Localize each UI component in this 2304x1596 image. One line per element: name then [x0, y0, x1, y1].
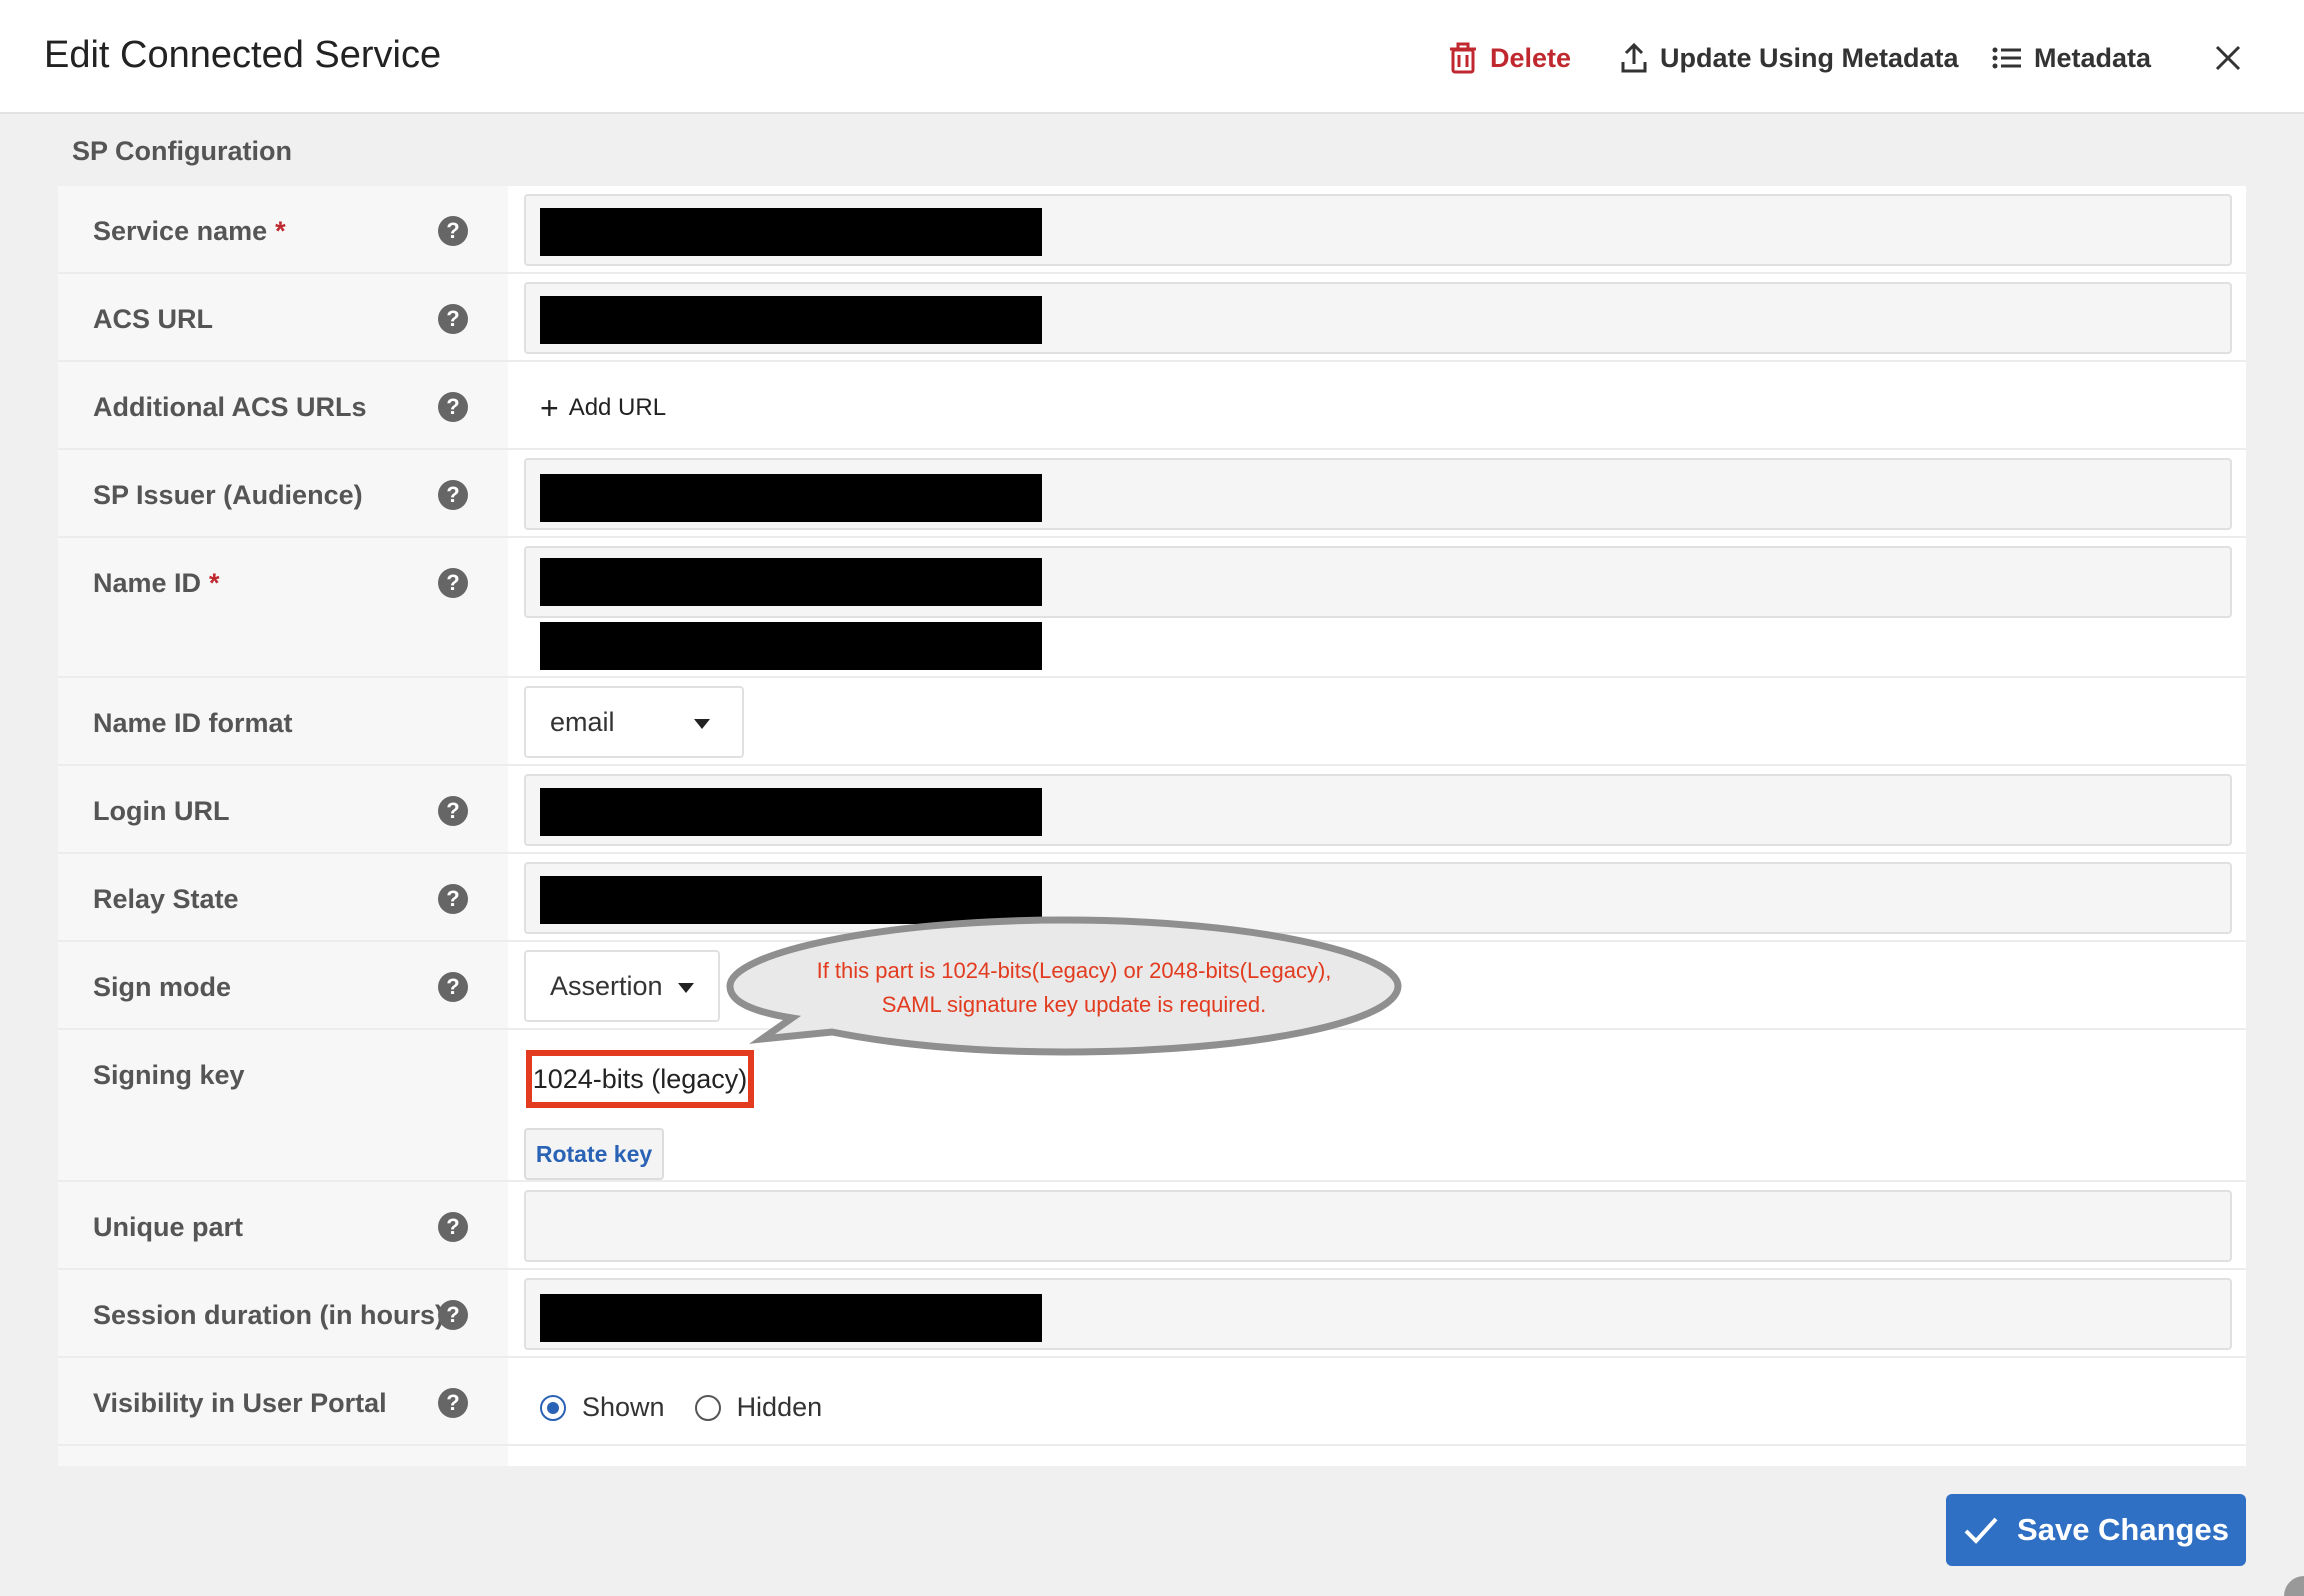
list-icon — [1992, 47, 2021, 69]
help-icon[interactable]: ? — [438, 304, 468, 334]
save-changes-button[interactable]: Save Changes — [1946, 1494, 2246, 1566]
metadata-button[interactable]: Metadata — [1992, 36, 2151, 80]
redacted-value — [540, 208, 1042, 256]
close-button[interactable] — [2214, 36, 2254, 80]
selected-value: Assertion — [550, 970, 663, 1001]
delete-button[interactable]: Delete — [1448, 36, 1571, 80]
radio-shown[interactable] — [540, 1394, 566, 1421]
delete-label: Delete — [1490, 42, 1572, 73]
add-url-button[interactable]: + Add URL — [540, 392, 666, 424]
form-row-partial — [58, 1446, 2246, 1466]
form-row-additional-acs-urls: Additional ACS URLs ? + Add URL — [58, 362, 2246, 450]
form-row-login-url: Login URL ? — [58, 766, 2246, 854]
form-row-name-id-format: Name ID format email — [58, 678, 2246, 766]
required-marker: * — [275, 216, 286, 246]
help-icon[interactable]: ? — [438, 216, 468, 246]
form-row-session-duration: Session duration (in hours) ? — [58, 1270, 2246, 1358]
help-icon[interactable]: ? — [438, 480, 468, 510]
trash-icon — [1450, 42, 1476, 74]
help-icon[interactable]: ? — [438, 1388, 468, 1418]
sign-mode-select[interactable]: Assertion — [524, 950, 720, 1022]
field-label: Name ID format — [93, 708, 293, 738]
field-label: Unique part — [93, 1212, 244, 1242]
unique-part-input[interactable] — [524, 1190, 2232, 1262]
selected-value: email — [550, 706, 615, 737]
callout-line-1: If this part is 1024-bits(Legacy) or 204… — [816, 958, 1332, 983]
help-icon[interactable]: ? — [438, 884, 468, 914]
field-label: Relay State — [93, 884, 239, 914]
rotate-key-button[interactable]: Rotate key — [524, 1128, 664, 1180]
help-icon[interactable]: ? — [438, 1300, 468, 1330]
window-corner — [2284, 1576, 2304, 1596]
form-row-unique-part: Unique part ? — [58, 1182, 2246, 1270]
field-label: Sign mode — [93, 972, 232, 1002]
field-label: Name ID * — [93, 568, 220, 598]
help-icon[interactable]: ? — [438, 1212, 468, 1242]
redacted-value — [540, 788, 1042, 836]
signing-key-value: 1024-bits (legacy) — [526, 1050, 754, 1108]
update-using-metadata-button[interactable]: Update Using Metadata — [1620, 36, 1959, 80]
field-label: Visibility in User Portal — [93, 1388, 387, 1418]
form-row-sp-issuer: SP Issuer (Audience) ? — [58, 450, 2246, 538]
field-label: Service name * — [93, 216, 286, 246]
callout-text: If this part is 1024-bits(Legacy) or 204… — [746, 954, 1402, 1022]
caret-down-icon — [678, 983, 694, 993]
redacted-value — [540, 1294, 1042, 1342]
form-row-visibility: Visibility in User Portal ? — [58, 1358, 2246, 1446]
callout-line-2: SAML signature key update is required. — [881, 992, 1267, 1017]
upload-icon — [1621, 42, 1647, 73]
form-row-name-id: Name ID * ? — [58, 538, 2246, 678]
name-id-format-select[interactable]: email — [524, 686, 744, 758]
radio-shown-label[interactable]: Shown — [582, 1392, 665, 1423]
save-label: Save Changes — [2017, 1512, 2229, 1547]
help-icon[interactable]: ? — [438, 796, 468, 826]
redacted-value — [540, 296, 1042, 344]
form-row-acs-url: ACS URL ? — [58, 274, 2246, 362]
field-label: Session duration (in hours) — [93, 1300, 445, 1330]
section-title: SP Configuration — [72, 136, 292, 166]
help-icon[interactable]: ? — [438, 568, 468, 598]
add-url-label: Add URL — [568, 394, 667, 421]
dialog-title: Edit Connected Service — [44, 34, 442, 76]
redacted-value — [540, 622, 1042, 670]
update-label: Update Using Metadata — [1660, 42, 1959, 73]
metadata-label: Metadata — [2034, 42, 2152, 73]
radio-hidden-label[interactable]: Hidden — [737, 1392, 823, 1423]
help-icon[interactable]: ? — [438, 972, 468, 1002]
redacted-value — [540, 558, 1042, 606]
field-label: Signing key — [93, 1060, 245, 1090]
caret-down-icon — [694, 719, 710, 729]
sp-configuration-form: Service name * ? ACS URL ? Additional ACS… — [58, 186, 2246, 1466]
form-row-service-name: Service name * ? — [58, 186, 2246, 274]
close-icon — [2215, 45, 2241, 71]
dialog-header: Edit Connected Service Delete Update Usi… — [0, 0, 2304, 114]
field-label: Additional ACS URLs — [93, 392, 367, 422]
required-marker: * — [209, 568, 220, 598]
checkmark-icon — [1964, 1517, 1998, 1544]
plus-icon: + — [540, 390, 559, 426]
field-label: ACS URL — [93, 304, 213, 334]
field-label: SP Issuer (Audience) — [93, 480, 363, 510]
radio-hidden[interactable] — [694, 1394, 721, 1421]
visibility-radio-group: Shown Hidden — [540, 1392, 822, 1423]
help-icon[interactable]: ? — [438, 392, 468, 422]
field-label: Login URL — [93, 796, 230, 826]
redacted-value — [540, 474, 1042, 522]
